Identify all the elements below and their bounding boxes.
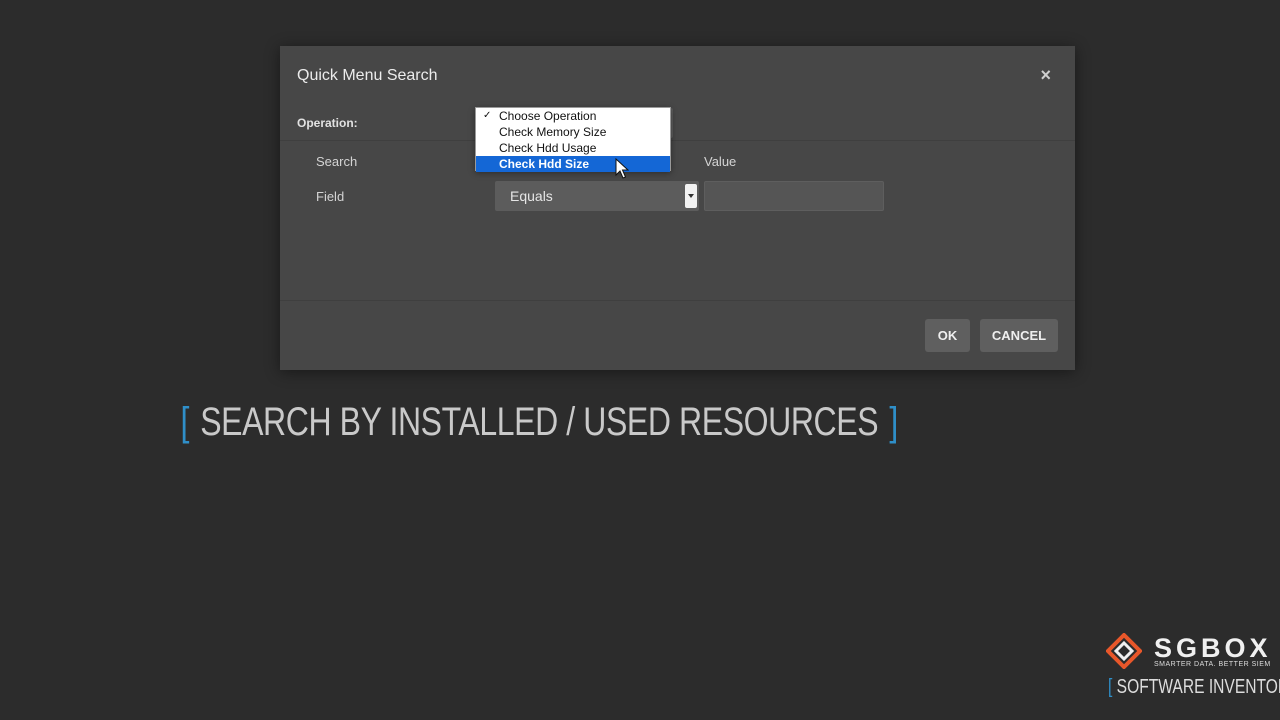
condition-select[interactable]: Equals: [495, 181, 699, 211]
option-check-hdd-size[interactable]: Check Hdd Size: [476, 156, 670, 172]
value-column-header: Value: [704, 154, 737, 169]
divider: [280, 140, 1075, 141]
checkmark-icon: ✓: [483, 110, 492, 121]
option-check-hdd-usage[interactable]: Check Hdd Usage: [476, 140, 670, 156]
field-label: Field: [316, 189, 345, 204]
quick-menu-search-dialog: Quick Menu Search × Operation: Search Va…: [280, 46, 1075, 370]
banner-text: SEARCH BY INSTALLED / USED RESOURCES: [200, 400, 879, 444]
ok-button[interactable]: OK: [925, 319, 970, 352]
option-check-memory-size[interactable]: Check Memory Size: [476, 124, 670, 140]
condition-select-value: Equals: [510, 188, 553, 204]
value-input[interactable]: [704, 181, 884, 211]
mouse-cursor-icon: [615, 158, 629, 179]
option-choose-operation[interactable]: ✓ Choose Operation: [476, 108, 670, 124]
option-label: Check Memory Size: [499, 125, 607, 139]
option-label: Choose Operation: [499, 109, 597, 123]
cancel-button[interactable]: CANCEL: [980, 319, 1058, 352]
operation-dropdown-list: ✓ Choose Operation Check Memory Size Che…: [475, 107, 671, 172]
brand-tagline: SMARTER DATA. BETTER SIEM: [1154, 661, 1271, 668]
sgbox-logo-icon: [1106, 633, 1142, 669]
option-label: Check Hdd Size: [499, 157, 590, 171]
brand-logo-text: SGBOX: [1154, 633, 1272, 663]
search-column-header: Search: [316, 154, 358, 169]
chevron-down-icon[interactable]: [685, 184, 697, 208]
banner-bracket-open: [: [180, 400, 190, 444]
brand-subtitle: [ SOFTWARE INVENTORY: [1108, 676, 1280, 699]
option-label: Check Hdd Usage: [499, 141, 597, 155]
brand-subtitle-text: SOFTWARE INVENTORY: [1116, 676, 1280, 698]
brand-bracket: [: [1108, 676, 1113, 698]
banner-bracket-close: ]: [889, 400, 898, 444]
close-icon[interactable]: ×: [1040, 66, 1051, 84]
section-banner: [SEARCH BY INSTALLED / USED RESOURCES]: [0, 400, 1078, 445]
dialog-title: Quick Menu Search: [297, 67, 438, 84]
footer-divider: [280, 300, 1075, 301]
operation-label: Operation:: [297, 116, 358, 130]
